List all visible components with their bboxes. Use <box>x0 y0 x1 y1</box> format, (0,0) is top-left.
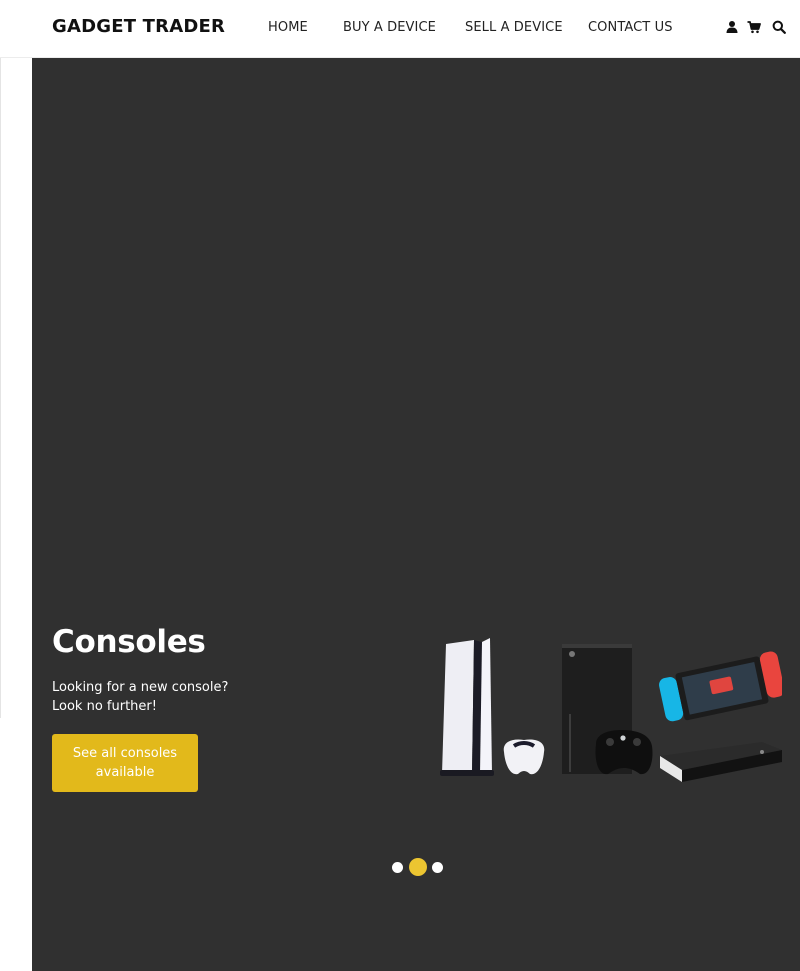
cta-label-line-2: available <box>95 765 155 780</box>
user-icon[interactable] <box>725 20 739 34</box>
consoles-image <box>440 638 782 782</box>
carousel-pagination <box>392 857 448 877</box>
nintendo-switch-icon <box>659 651 782 722</box>
nav-buy-device[interactable]: BUY A DEVICE <box>343 20 436 35</box>
nav-sell-device[interactable]: SELL A DEVICE <box>465 20 563 35</box>
search-icon[interactable] <box>772 20 786 34</box>
slide-description-line-1: Looking for a new console? <box>52 680 229 695</box>
carousel-dot-1[interactable] <box>392 862 403 873</box>
see-all-consoles-button[interactable]: See all consoles available <box>52 734 198 792</box>
nav-contact-us[interactable]: CONTACT US <box>588 20 673 35</box>
playstation-5-icon <box>440 638 494 776</box>
xbox-one-x-icon <box>660 742 782 782</box>
dualsense-controller-icon <box>503 739 545 775</box>
slide-title: Consoles <box>52 624 206 660</box>
hero-carousel: Consoles Looking for a new console? Look… <box>32 58 800 971</box>
top-navbar: GADGET TRADER HOME BUY A DEVICE SELL A D… <box>0 0 800 58</box>
slide-description: Looking for a new console? Look no furth… <box>52 678 272 716</box>
site-logo[interactable]: GADGET TRADER <box>52 16 225 37</box>
carousel-dot-2-active[interactable] <box>409 858 427 876</box>
carousel-dot-3[interactable] <box>432 862 443 873</box>
cta-label-line-1: See all consoles <box>72 746 178 761</box>
cart-icon[interactable] <box>747 20 761 34</box>
gutter-divider <box>0 58 1 718</box>
nav-home[interactable]: HOME <box>268 20 308 35</box>
xbox-controller-icon <box>595 730 653 775</box>
page-left-gutter <box>0 58 32 971</box>
slide-description-line-2: Look no further! <box>52 699 157 714</box>
